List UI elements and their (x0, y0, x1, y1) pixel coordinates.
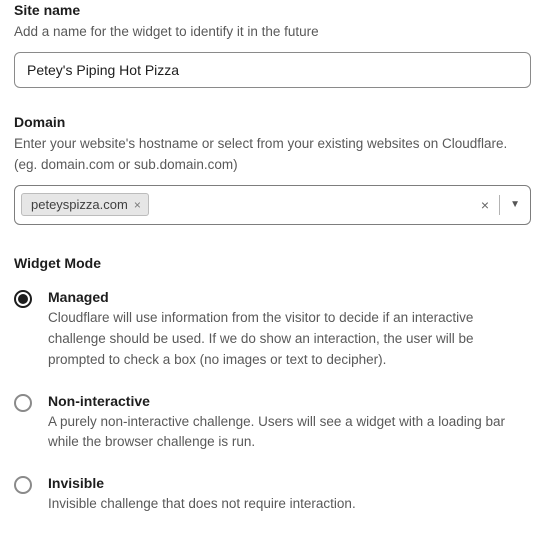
radio-desc: Invisible challenge that does not requir… (48, 494, 531, 515)
radio-button-managed[interactable] (14, 290, 32, 308)
radio-option-non-interactive[interactable]: Non-interactive A purely non-interactive… (14, 393, 531, 454)
site-name-field: Site name Add a name for the widget to i… (14, 2, 531, 88)
site-name-label: Site name (14, 2, 531, 18)
radio-content-managed: Managed Cloudflare will use information … (48, 289, 531, 371)
widget-mode-section: Widget Mode Managed Cloudflare will use … (14, 255, 531, 516)
widget-mode-heading: Widget Mode (14, 255, 531, 271)
radio-title: Non-interactive (48, 393, 531, 409)
radio-option-invisible[interactable]: Invisible Invisible challenge that does … (14, 475, 531, 515)
domain-field: Domain Enter your website's hostname or … (14, 114, 531, 225)
radio-desc: A purely non-interactive challenge. User… (48, 412, 531, 454)
radio-dot-icon (18, 294, 28, 304)
radio-content-invisible: Invisible Invisible challenge that does … (48, 475, 531, 515)
domain-chip-label: peteyspizza.com (31, 197, 128, 212)
domain-help: Enter your website's hostname or select … (14, 134, 531, 175)
radio-button-non-interactive[interactable] (14, 394, 32, 412)
radio-button-invisible[interactable] (14, 476, 32, 494)
domain-label: Domain (14, 114, 531, 130)
radio-option-managed[interactable]: Managed Cloudflare will use information … (14, 289, 531, 371)
radio-title: Managed (48, 289, 531, 305)
site-name-help: Add a name for the widget to identify it… (14, 22, 531, 42)
chevron-down-icon[interactable]: ▼ (506, 199, 524, 210)
domain-combobox[interactable]: peteyspizza.com × × ▼ (14, 185, 531, 225)
radio-title: Invisible (48, 475, 531, 491)
domain-chip[interactable]: peteyspizza.com × (21, 193, 149, 216)
combo-clear-icon[interactable]: × (477, 197, 493, 213)
site-name-input[interactable] (14, 52, 531, 88)
radio-content-non-interactive: Non-interactive A purely non-interactive… (48, 393, 531, 454)
chip-remove-icon[interactable]: × (134, 199, 141, 211)
combo-divider (499, 195, 500, 215)
radio-desc: Cloudflare will use information from the… (48, 308, 531, 371)
